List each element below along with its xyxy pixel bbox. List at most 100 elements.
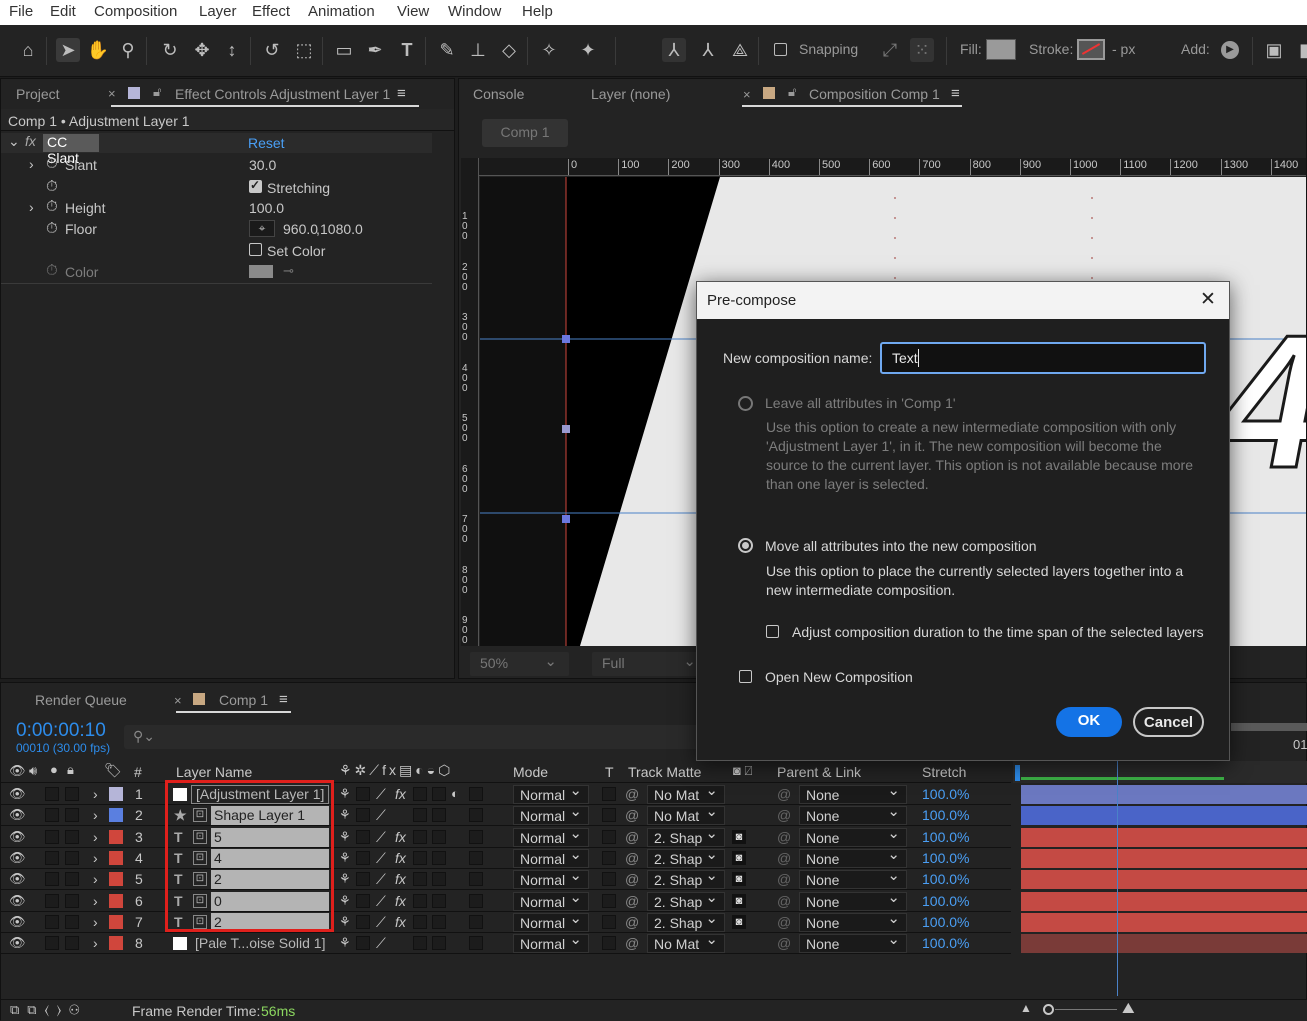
preserve-transparency-toggle[interactable] <box>602 787 616 801</box>
tab-console[interactable]: Console <box>473 86 524 102</box>
preserve-transparency-toggle[interactable] <box>602 829 616 844</box>
label-color-swatch[interactable] <box>109 850 123 865</box>
visibility-eye-icon[interactable]: 👁︎ <box>9 871 26 887</box>
tab-comp-timeline[interactable]: Comp 1 <box>219 692 268 708</box>
preserve-transparency-toggle[interactable] <box>602 914 616 929</box>
parent-pickwhip-icon[interactable]: @ <box>777 871 791 887</box>
track-matte-dropdown[interactable]: No Mat <box>647 931 725 954</box>
parent-pickwhip-icon[interactable]: @ <box>777 935 791 951</box>
pickwhip-icon[interactable]: @ <box>625 935 639 951</box>
stroke-swatch[interactable] <box>1077 39 1105 60</box>
tab-layer[interactable]: Layer (none) <box>591 86 670 102</box>
slant-value[interactable]: 30.0 <box>249 157 276 173</box>
layer-row[interactable]: 👁︎›3T⊡5⚘⟋fxNormal@2. Shap◙@None100.0% <box>1 825 1011 848</box>
preserve-transparency-toggle[interactable] <box>602 808 616 823</box>
adjustment-switch[interactable] <box>432 914 446 929</box>
shy-switch-icon[interactable]: ⚘ <box>339 871 351 887</box>
stopwatch-icon[interactable]: ⏱︎ <box>46 198 58 215</box>
track-matte-dropdown[interactable]: No Mat <box>647 803 725 826</box>
roto-brush-icon[interactable]: ✧ <box>537 38 561 62</box>
clone-stamp-icon[interactable]: ⊥ <box>466 38 490 62</box>
adjustment-switch[interactable] <box>432 872 446 887</box>
rotate-tool-icon[interactable]: ↺ <box>260 38 284 62</box>
motion-blur-switch[interactable] <box>413 914 427 929</box>
close-tab-icon[interactable]: × <box>743 87 751 102</box>
puppet-pin-icon[interactable]: ✦ <box>576 38 600 62</box>
timecode[interactable]: 0:00:00:10 <box>16 720 106 742</box>
chevron-right-icon[interactable]: › <box>93 935 98 951</box>
tab-effect-controls[interactable]: Effect Controls Adjustment Layer 1 <box>175 86 390 102</box>
close-tab-icon[interactable]: × <box>108 86 116 101</box>
dolly-camera-icon[interactable]: ↕ <box>220 38 244 62</box>
quality-switch-icon[interactable]: ⟋ <box>376 829 386 846</box>
tab-project[interactable]: Project <box>16 86 60 102</box>
label-color-swatch[interactable] <box>109 787 123 801</box>
brush-tool-icon[interactable]: ✎ <box>435 38 459 62</box>
zoom-slider[interactable] <box>1055 1009 1117 1010</box>
ok-button[interactable]: OK <box>1056 707 1122 737</box>
snapping-checkbox[interactable] <box>774 43 787 56</box>
pickwhip-icon[interactable]: @ <box>625 829 639 845</box>
parent-dropdown[interactable]: None <box>799 782 907 804</box>
tab-composition[interactable]: Composition Comp 1 <box>809 86 940 102</box>
layer-row[interactable]: 👁︎›6T⊡0⚘⟋fxNormal@2. Shap◙@None100.0% <box>1 889 1011 912</box>
height-value[interactable]: 100.0 <box>249 200 284 216</box>
solo-toggle[interactable] <box>45 914 59 929</box>
label-color-swatch[interactable] <box>109 936 123 951</box>
fx-switch-icon[interactable]: fx <box>395 786 406 802</box>
crosshair-icon[interactable]: ⌖ <box>249 220 275 237</box>
stretch-value[interactable]: 100.0% <box>922 893 969 909</box>
motion-blur-switch[interactable] <box>413 872 427 887</box>
visibility-eye-icon[interactable]: 👁︎ <box>9 893 26 909</box>
mode-dropdown[interactable]: Normal <box>513 846 589 868</box>
menu-window[interactable]: Window <box>448 3 501 20</box>
layer-duration-bar[interactable] <box>1021 870 1307 890</box>
preserve-transparency-toggle[interactable] <box>602 936 616 951</box>
track-matte-dropdown[interactable]: No Mat <box>647 782 725 804</box>
motion-blur-switch[interactable] <box>413 893 427 908</box>
parent-pickwhip-icon[interactable]: @ <box>777 850 791 866</box>
fx-switch-icon[interactable]: fx <box>395 893 406 909</box>
effect-name[interactable]: CC Slant <box>43 134 99 166</box>
chevron-right-icon[interactable]: › <box>93 807 98 823</box>
visibility-eye-icon[interactable]: 👁︎ <box>9 807 26 823</box>
quality-switch-icon[interactable]: ⟋ <box>376 935 386 952</box>
3d-switch[interactable] <box>469 829 483 844</box>
collapse-switch[interactable] <box>356 808 370 823</box>
layer-duration-bar[interactable] <box>1021 806 1307 826</box>
adjustment-switch[interactable] <box>432 936 446 951</box>
layer-duration-bar[interactable] <box>1021 912 1307 932</box>
quality-switch-icon[interactable]: ⟋ <box>376 807 386 824</box>
work-area-start[interactable] <box>1015 765 1020 781</box>
reset-link[interactable]: Reset <box>248 135 285 151</box>
label-color-swatch[interactable] <box>109 914 123 929</box>
chevron-right-icon[interactable]: › <box>93 914 98 930</box>
pickwhip-icon[interactable]: @ <box>625 786 639 802</box>
effect-row[interactable]: ⌄ fx CC Slant Reset <box>1 133 432 166</box>
selection-tool-icon[interactable]: ➤ <box>56 38 80 62</box>
stretch-value[interactable]: 100.0% <box>922 807 969 823</box>
adjustment-switch[interactable] <box>432 808 446 823</box>
collapse-switch[interactable] <box>356 872 370 887</box>
track-matte-dropdown[interactable]: 2. Shap <box>647 867 725 890</box>
solo-toggle[interactable] <box>45 893 59 908</box>
collapse-switch[interactable] <box>356 787 370 801</box>
layer-row[interactable]: 👁︎›1[Adjustment Layer 1]⚘⟋fx◐Normal@No M… <box>1 782 1011 805</box>
zoom-slider-handle[interactable] <box>1043 1004 1054 1015</box>
label-color-swatch[interactable] <box>109 829 123 844</box>
parent-dropdown[interactable]: None <box>799 889 907 911</box>
label-color-swatch[interactable] <box>109 872 123 887</box>
search-input[interactable]: ⚲⌄ <box>124 725 699 749</box>
chevron-right-icon[interactable]: › <box>93 829 98 845</box>
stretch-value[interactable]: 100.0% <box>922 914 969 930</box>
quality-switch-icon[interactable]: ⟋ <box>376 871 386 888</box>
mode-dropdown[interactable]: Normal <box>513 910 589 932</box>
leave-attributes-radio[interactable] <box>738 396 753 411</box>
layer-name-column[interactable]: Layer Name <box>176 764 252 780</box>
stretch-value[interactable]: 100.0% <box>922 871 969 887</box>
lock-icon[interactable]: 🔓︎ <box>788 84 796 100</box>
stopwatch-icon[interactable]: ⏱︎ <box>46 178 58 195</box>
parent-pickwhip-icon[interactable]: @ <box>777 807 791 823</box>
composition-name-input[interactable]: Text <box>880 342 1206 374</box>
layer-row[interactable]: 👁︎›7T⊡2⚘⟋fxNormal@2. Shap◙@None100.0% <box>1 910 1011 933</box>
